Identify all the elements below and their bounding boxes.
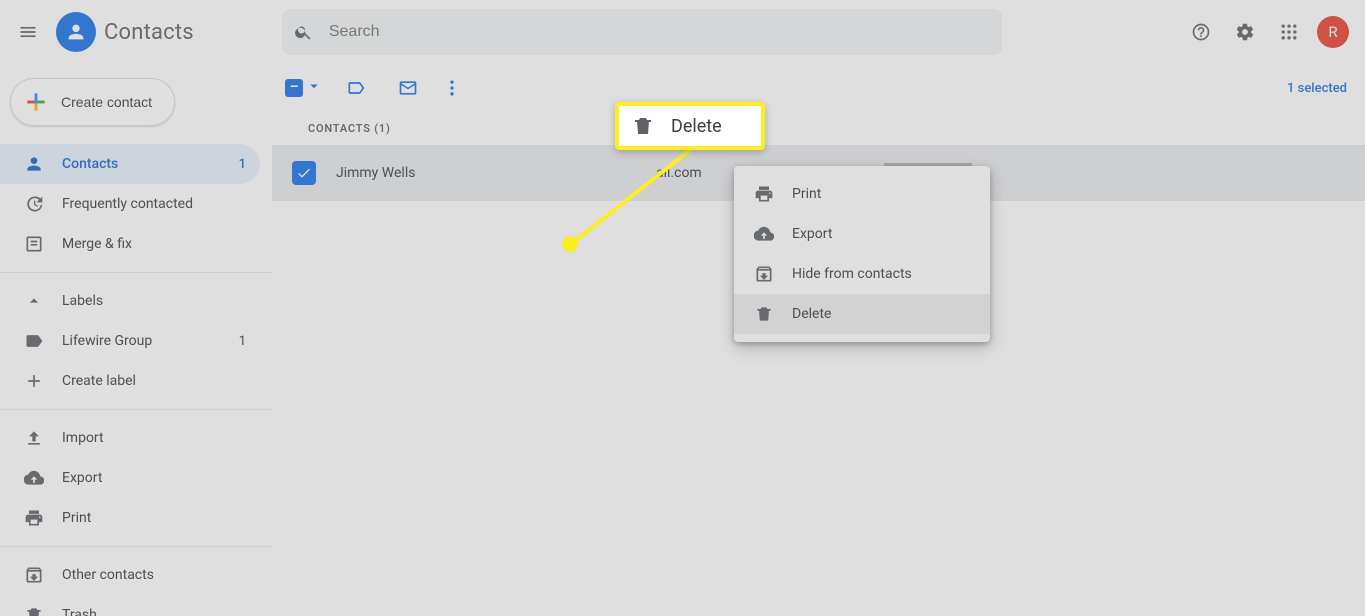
sidebar-item-trash[interactable]: Trash xyxy=(0,595,260,616)
plus-outline-icon xyxy=(24,371,44,391)
create-contact-button[interactable]: Create contact xyxy=(10,78,175,126)
cloud-upload-icon xyxy=(754,224,774,244)
contacts-logo xyxy=(56,12,96,52)
check-icon xyxy=(296,165,312,181)
label-outline-icon xyxy=(346,78,366,98)
sidebar-item-merge-fix[interactable]: Merge & fix xyxy=(0,224,260,264)
menu-item-label: Delete xyxy=(792,306,831,322)
more-actions-button[interactable] xyxy=(432,68,472,108)
archive-icon xyxy=(24,565,44,585)
manage-labels-button[interactable] xyxy=(336,68,376,108)
upload-icon xyxy=(24,428,44,448)
gear-icon xyxy=(1235,22,1255,42)
sidebar-create-label[interactable]: Create label xyxy=(0,361,260,401)
menu-item-label: Export xyxy=(792,226,832,242)
more-actions-menu: Print Export Hide from contacts Delete xyxy=(734,166,990,342)
more-vert-icon xyxy=(442,78,462,98)
product-branding: Contacts xyxy=(56,12,194,52)
selection-checkbox-dropdown[interactable]: – xyxy=(284,68,324,108)
menu-item-label: Hide from contacts xyxy=(792,266,912,282)
sidebar: Create contact Contacts 1 Frequently con… xyxy=(0,64,272,616)
sidebar-item-label: Export xyxy=(62,470,260,486)
plus-icon xyxy=(23,89,49,115)
print-icon xyxy=(24,508,44,528)
contacts-section-label: CONTACTS (1) xyxy=(272,112,1365,145)
main-menu-button[interactable] xyxy=(8,12,48,52)
sidebar-item-label: Other contacts xyxy=(62,567,260,583)
settings-button[interactable] xyxy=(1225,12,1265,52)
tutorial-pointer-dot xyxy=(562,236,578,252)
chevron-up-icon xyxy=(24,291,44,311)
menu-item-hide[interactable]: Hide from contacts xyxy=(734,254,990,294)
help-icon xyxy=(1191,22,1211,42)
sidebar-item-label: Contacts xyxy=(62,156,221,172)
email-icon xyxy=(398,78,418,98)
history-icon xyxy=(24,194,44,214)
labels-section-toggle[interactable]: Labels xyxy=(0,281,272,321)
contact-name: Jimmy Wells xyxy=(336,165,636,181)
sidebar-item-label: Print xyxy=(62,510,260,526)
apps-grid-icon xyxy=(1279,22,1299,42)
sidebar-item-contacts[interactable]: Contacts 1 xyxy=(0,144,260,184)
selection-toolbar: – 1 selected xyxy=(272,64,1365,112)
product-name: Contacts xyxy=(104,20,194,45)
apps-button[interactable] xyxy=(1269,12,1309,52)
send-email-button[interactable] xyxy=(388,68,428,108)
merge-icon xyxy=(24,234,44,254)
archive-icon xyxy=(754,264,774,284)
selected-count-text: 1 selected xyxy=(1287,81,1347,96)
sidebar-item-label: Merge & fix xyxy=(62,236,260,252)
menu-item-print[interactable]: Print xyxy=(734,174,990,214)
labels-header-text: Labels xyxy=(62,293,103,309)
selection-partial-icon: – xyxy=(285,79,303,97)
sidebar-item-label: Import xyxy=(62,430,260,446)
search-icon xyxy=(294,22,313,42)
print-icon xyxy=(754,184,774,204)
sidebar-item-import[interactable]: Import xyxy=(0,418,260,458)
search-input[interactable] xyxy=(329,23,990,41)
menu-item-delete[interactable]: Delete xyxy=(734,294,990,334)
menu-item-label: Print xyxy=(792,186,821,202)
trash-icon xyxy=(754,304,774,324)
label-icon xyxy=(24,331,44,351)
sidebar-item-count: 1 xyxy=(239,334,246,349)
sidebar-item-label: Trash xyxy=(62,607,260,616)
sidebar-item-label: Frequently contacted xyxy=(62,196,260,212)
callout-text: Delete xyxy=(671,116,722,137)
sidebar-item-label: Create label xyxy=(62,373,260,389)
sidebar-label-item[interactable]: Lifewire Group 1 xyxy=(0,321,260,361)
sidebar-item-print[interactable]: Print xyxy=(0,498,260,538)
create-contact-label: Create contact xyxy=(61,94,152,110)
sidebar-item-frequent[interactable]: Frequently contacted xyxy=(0,184,260,224)
trash-icon xyxy=(24,605,44,616)
row-checkbox[interactable] xyxy=(292,161,316,185)
help-button[interactable] xyxy=(1181,12,1221,52)
person-icon xyxy=(24,154,44,174)
cloud-upload-icon xyxy=(24,468,44,488)
sidebar-item-label: Lifewire Group xyxy=(62,333,221,349)
account-avatar[interactable]: R xyxy=(1317,16,1349,48)
main-content: – 1 selected CONTACTS (1) Jimmy Wells ai… xyxy=(272,64,1365,616)
sidebar-item-export[interactable]: Export xyxy=(0,458,260,498)
sidebar-item-other-contacts[interactable]: Other contacts xyxy=(0,555,260,595)
menu-item-export[interactable]: Export xyxy=(734,214,990,254)
tutorial-callout-delete: Delete xyxy=(615,102,765,150)
trash-icon xyxy=(631,114,655,138)
chevron-down-icon xyxy=(305,77,323,99)
sidebar-item-count: 1 xyxy=(239,157,246,172)
app-header: Contacts R xyxy=(0,0,1365,64)
hamburger-icon xyxy=(18,22,38,42)
search-bar[interactable] xyxy=(282,9,1002,55)
